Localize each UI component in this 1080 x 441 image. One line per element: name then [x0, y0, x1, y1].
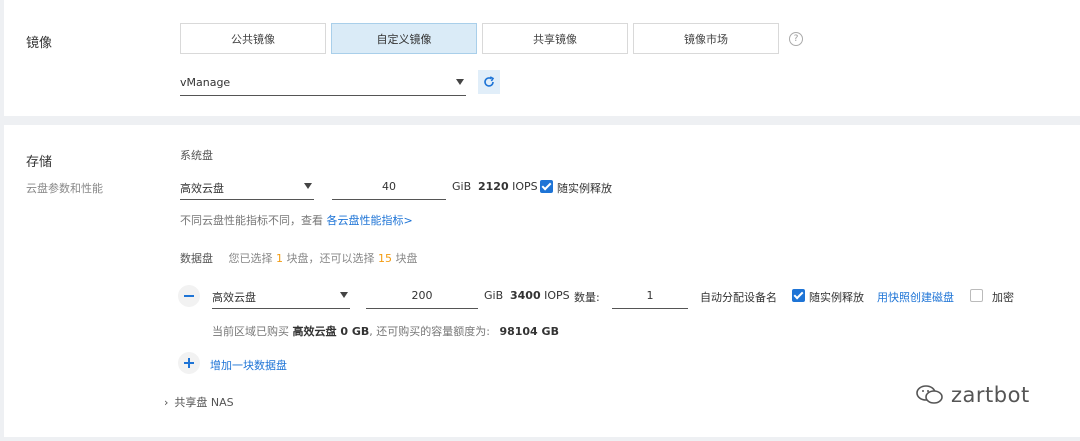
data-disk-remaining-count: 15: [378, 252, 392, 265]
plus-icon: [184, 358, 194, 368]
help-icon[interactable]: ?: [789, 32, 803, 46]
system-disk-type-value: 高效云盘: [180, 182, 224, 195]
refresh-icon: [484, 76, 495, 87]
wechat-icon: [916, 385, 943, 404]
system-disk-size-input[interactable]: 40: [332, 174, 446, 200]
system-disk-iops-unit: IOPS: [512, 180, 538, 193]
auto-device-name-label: 自动分配设备名: [700, 291, 777, 304]
help-glyph: ?: [793, 34, 799, 44]
system-disk-hint: 不同云盘性能指标不同，查看 各云盘性能指标>: [180, 212, 413, 228]
data-disk-type-value: 高效云盘: [212, 291, 256, 304]
data-disk-selected-suffix: 块盘: [395, 252, 418, 265]
quantity-input[interactable]: 1: [612, 283, 688, 309]
data-disk-selected-count: 1: [276, 252, 283, 265]
chevron-down-icon: [304, 183, 312, 189]
data-disk-size-input[interactable]: 200: [366, 283, 478, 309]
chevron-down-icon: [340, 292, 348, 298]
minus-icon: [184, 295, 194, 297]
encrypt-label: 加密: [992, 291, 1014, 304]
add-disk-link[interactable]: 增加一块数据盘: [210, 357, 287, 373]
data-disk-iops-value: 3400: [510, 289, 541, 302]
tab-image-market[interactable]: 镜像市场: [633, 23, 779, 54]
quantity-label: 数量:: [574, 291, 600, 304]
tab-label: 镜像市场: [684, 32, 728, 46]
quota-prefix: 当前区域已购买: [212, 325, 289, 338]
system-disk-label: 系统盘: [180, 149, 213, 162]
system-disk-hint-text: 不同云盘性能指标不同，查看: [180, 214, 323, 227]
image-select[interactable]: vManage: [180, 70, 466, 96]
system-disk-iops-value: 2120: [478, 180, 509, 193]
data-disk-selected-mid: 块盘，还可以选择: [286, 252, 375, 265]
data-disk-release-checkbox[interactable]: [792, 289, 805, 302]
data-disk-release-label: 随实例释放: [809, 291, 864, 304]
watermark: zartbot: [915, 383, 1030, 407]
data-disk-iops-unit: IOPS: [544, 289, 570, 302]
data-disk-header: 数据盘 您已选择 1 块盘，还可以选择 15 块盘: [180, 250, 418, 266]
image-panel: 镜像 公共镜像 自定义镜像 共享镜像 镜像市场 ? vManage: [4, 0, 1080, 116]
tab-shared-image[interactable]: 共享镜像: [482, 23, 628, 54]
disk-performance-link[interactable]: 各云盘性能指标>: [327, 214, 413, 227]
encrypt-checkbox[interactable]: [970, 289, 983, 302]
data-disk-unit: GiB: [484, 289, 504, 302]
quota-mid: , 还可购买的容量额度为:: [369, 325, 490, 338]
system-disk-type-select[interactable]: 高效云盘: [180, 174, 314, 200]
snapshot-create-disk-link[interactable]: 用快照创建磁盘: [877, 289, 954, 305]
system-disk-iops: 2120 IOPS: [478, 180, 538, 193]
refresh-button[interactable]: [478, 70, 500, 94]
add-disk-button[interactable]: [178, 352, 200, 374]
storage-section-subtitle: 云盘参数和性能: [26, 182, 103, 195]
tab-custom-image[interactable]: 自定义镜像: [331, 23, 477, 54]
system-disk-release-checkbox[interactable]: [540, 180, 553, 193]
data-disk-label: 数据盘: [180, 252, 213, 265]
nas-toggle[interactable]: › 共享盘 NAS: [164, 394, 234, 410]
tab-label: 自定义镜像: [376, 32, 432, 46]
nas-label: 共享盘 NAS: [174, 396, 234, 409]
quota-available: 98104 GB: [499, 325, 559, 338]
image-section-title: 镜像: [26, 36, 53, 51]
data-disk-selected-prefix: 您已选择: [228, 252, 273, 265]
storage-section-title: 存储: [26, 155, 53, 170]
data-disk-type-select[interactable]: 高效云盘: [212, 283, 350, 309]
watermark-text: zartbot: [951, 383, 1030, 407]
system-disk-release-label: 随实例释放: [557, 182, 612, 195]
remove-disk-button[interactable]: [178, 285, 200, 307]
chevron-right-icon: ›: [164, 396, 169, 409]
chevron-down-icon: [456, 79, 464, 85]
image-select-value: vManage: [180, 76, 231, 89]
quota-bought: 高效云盘 0 GB: [292, 325, 370, 338]
tab-label: 公共镜像: [231, 32, 275, 46]
quota-info: 当前区域已购买 高效云盘 0 GB, 还可购买的容量额度为: 98104 GB: [212, 323, 559, 339]
tab-label: 共享镜像: [533, 32, 577, 46]
data-disk-iops: 3400 IOPS: [510, 289, 570, 302]
system-disk-unit: GiB: [452, 180, 472, 193]
tab-public-image[interactable]: 公共镜像: [180, 23, 326, 54]
